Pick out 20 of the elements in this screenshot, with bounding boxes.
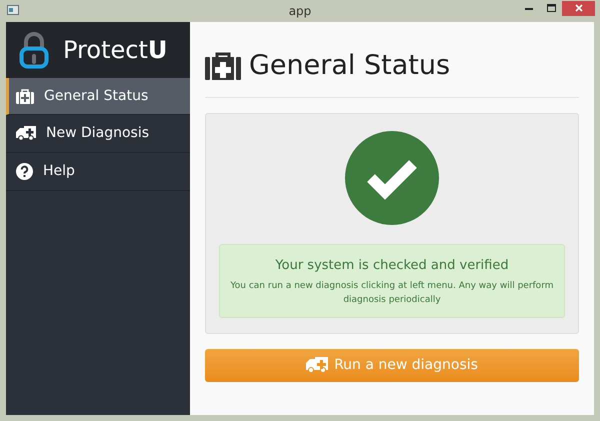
close-icon [574, 4, 582, 12]
app-name: ProtectU [63, 35, 168, 66]
sidebar-item[interactable]: Help [6, 153, 190, 191]
minimize-icon [525, 6, 533, 10]
app-icon [7, 5, 19, 15]
window-title: app [288, 3, 312, 20]
ambulance-icon [306, 357, 328, 373]
check-icon [345, 130, 439, 224]
padlock-icon [19, 31, 49, 69]
ambulance-icon [16, 126, 36, 141]
close-button[interactable] [562, 0, 595, 16]
sidebar-item[interactable]: New Diagnosis [6, 115, 190, 153]
medkit-icon [16, 88, 34, 104]
page-title: General Status [249, 49, 450, 83]
help-icon [16, 163, 33, 180]
sidebar-item[interactable]: General Status [6, 78, 190, 115]
alert-message: You can run a new diagnosis clicking at left menu. Any way will perform diagnosis periodically [229, 280, 555, 307]
medkit-icon [205, 52, 241, 80]
maximize-icon [546, 4, 556, 12]
alert-heading: Your system is checked and verified [275, 256, 509, 274]
